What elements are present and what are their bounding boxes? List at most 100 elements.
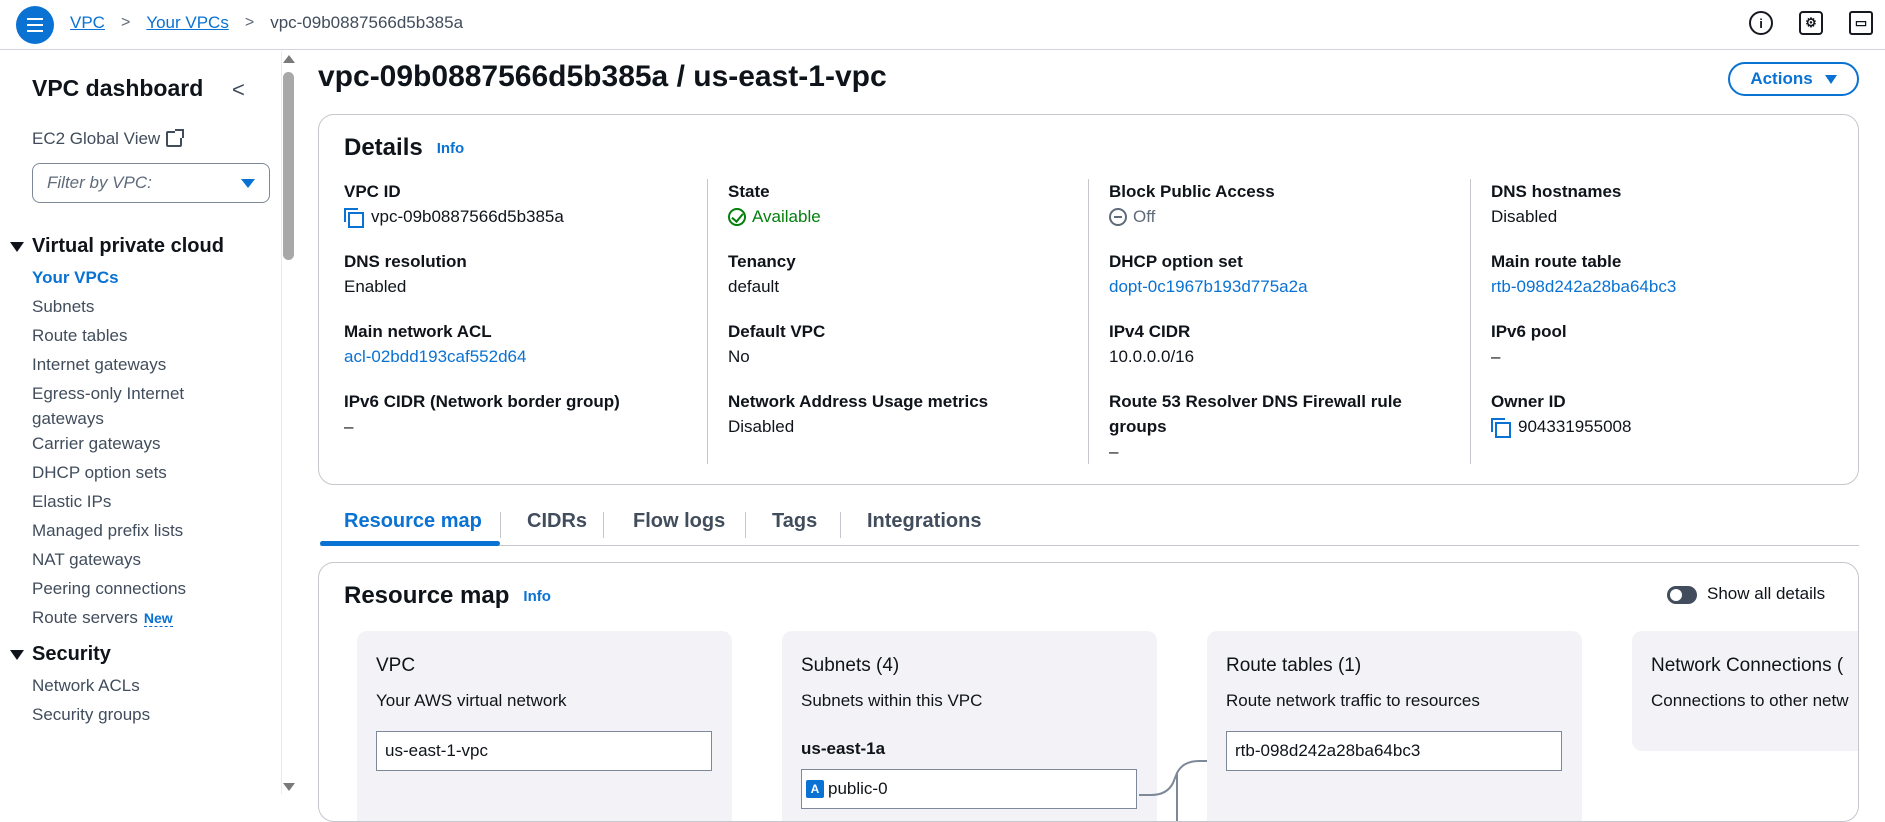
state-value: Available (752, 207, 821, 226)
field-value-row: Available (728, 204, 1088, 229)
field-dhcp-option-set: DHCP option set dopt-0c1967b193d775a2a (1109, 249, 1469, 299)
tab-resource-map[interactable]: Resource map (344, 510, 482, 533)
field-block-public-access: Block Public Access Off (1109, 179, 1469, 229)
menu-button[interactable] (16, 6, 54, 44)
caret-down-icon (1824, 74, 1837, 84)
section-security[interactable]: Security (10, 643, 111, 666)
column-subtitle: Connections to other netw (1651, 691, 1849, 710)
minus-circle-icon (1109, 207, 1127, 226)
expand-triangle-icon (10, 241, 24, 252)
sidebar-item-subnets[interactable]: Subnets (32, 294, 232, 319)
sidebar-item-ec2-global-view[interactable]: EC2 Global View (32, 129, 185, 149)
sidebar-item-managed-prefix-lists[interactable]: Managed prefix lists (32, 518, 232, 543)
sidebar-item-your-vpcs[interactable]: Your VPCs (32, 265, 232, 290)
section-virtual-private-cloud[interactable]: Virtual private cloud (10, 235, 224, 258)
sidebar-item-nat-gateways[interactable]: NAT gateways (32, 547, 232, 572)
field-label: Route 53 Resolver DNS Firewall rule grou… (1109, 392, 1402, 436)
sidebar-title: VPC dashboard (32, 75, 204, 101)
chevron-right-icon: > (120, 14, 131, 31)
breadcrumb-your-vpcs[interactable]: Your VPCs (146, 13, 229, 33)
external-link-icon (166, 129, 185, 147)
sidebar-item-egress-only-internet-gateways[interactable]: Egress-only Internet gateways (32, 381, 207, 431)
sidebar-item-route-tables[interactable]: Route tables (32, 323, 232, 348)
field-label: Owner ID (1491, 392, 1566, 411)
vpc-id-value: vpc-09b0887566d5b385a (371, 207, 564, 226)
sidebar-item-peering-connections[interactable]: Peering connections (32, 576, 232, 601)
dhcp-option-set-link[interactable]: dopt-0c1967b193d775a2a (1109, 274, 1469, 299)
settings-hex-icon[interactable]: ⚙ (1799, 11, 1823, 35)
tab-cidrs[interactable]: CIDRs (527, 510, 587, 533)
field-value: – (344, 417, 354, 436)
collapse-sidebar-icon[interactable]: < (232, 77, 245, 103)
rm-column-route-tables: Route tables (1) Route network traffic t… (1207, 631, 1582, 821)
actions-label: Actions (1750, 69, 1813, 88)
column-title: Route tables (1) (1226, 655, 1362, 676)
main-network-acl-link[interactable]: acl-02bdd193caf552d64 (344, 344, 704, 369)
monitor-icon[interactable]: ▭ (1849, 11, 1873, 35)
availability-zone-label: us-east-1a (801, 739, 886, 758)
field-label: IPv6 CIDR (Network border group) (344, 392, 620, 411)
field-label: Default VPC (728, 322, 826, 341)
field-label: DHCP option set (1109, 252, 1243, 271)
show-all-details-toggle[interactable] (1667, 586, 1697, 604)
breadcrumb-vpc[interactable]: VPC (70, 13, 105, 33)
sidebar-item-route-servers[interactable]: Route servers New (32, 605, 232, 631)
scroll-up-arrow-icon[interactable] (283, 55, 295, 63)
top-icons: i ⚙ ▭ (1749, 11, 1873, 35)
details-panel: Details Info VPC ID vpc-09b0887566d5b385a… (318, 114, 1859, 485)
field-label: Block Public Access (1109, 182, 1275, 201)
filter-by-vpc-select[interactable]: Filter by VPC: (32, 163, 270, 203)
field-label: Main network ACL (344, 322, 492, 341)
main-route-table-link[interactable]: rtb-098d242a28ba64bc3 (1491, 274, 1851, 299)
resource-map-heading: Resource map (344, 582, 510, 609)
field-value: Disabled (728, 417, 795, 436)
field-tenancy: Tenancy default (728, 249, 1088, 299)
info-icon[interactable]: i (1749, 11, 1773, 35)
field-label: State (728, 182, 770, 201)
field-owner-id: Owner ID 904331955008 (1491, 389, 1851, 439)
scrollbar-thumb[interactable] (283, 72, 294, 260)
field-label: Network Address Usage metrics (728, 392, 989, 411)
field-value: default (728, 277, 780, 296)
field-vpc-id: VPC ID vpc-09b0887566d5b385a (344, 179, 704, 229)
field-label: DNS hostnames (1491, 182, 1622, 201)
scroll-down-arrow-icon[interactable] (283, 783, 295, 791)
tab-tags[interactable]: Tags (772, 510, 817, 533)
sidebar-item-network-acls[interactable]: Network ACLs (32, 673, 232, 698)
route-table-node[interactable]: rtb-098d242a28ba64bc3 (1226, 731, 1562, 771)
field-dns-hostnames: DNS hostnames Disabled (1491, 179, 1851, 229)
resource-map-panel: Resource map Info Show all details VPC Yo… (318, 562, 1859, 822)
tab-flow-logs[interactable]: Flow logs (633, 510, 725, 533)
resource-map-info-link[interactable]: Info (523, 588, 551, 605)
tab-integrations[interactable]: Integrations (867, 510, 981, 533)
filter-placeholder: Filter by VPC: (47, 173, 152, 192)
sidebar-item-internet-gateways[interactable]: Internet gateways (32, 352, 232, 377)
sidebar: VPC dashboard < EC2 Global View Filter b… (0, 51, 282, 794)
breadcrumb-current: vpc-09b0887566d5b385a (270, 13, 464, 32)
field-value: – (1109, 442, 1119, 461)
sidebar-item-dhcp-option-sets[interactable]: DHCP option sets (32, 460, 232, 485)
sidebar-item-security-groups[interactable]: Security groups (32, 702, 232, 727)
field-state: State Available (728, 179, 1088, 229)
toggle-label: Show all details (1707, 584, 1826, 603)
chevron-right-icon: > (244, 14, 255, 31)
subnet-node[interactable]: A public-0 (801, 769, 1137, 809)
copy-icon[interactable] (344, 208, 364, 228)
vpc-node[interactable]: us-east-1-vpc (376, 731, 712, 771)
column-divider (1088, 179, 1089, 464)
section-title: Virtual private cloud (32, 235, 224, 257)
field-label: IPv6 pool (1491, 322, 1567, 341)
column-divider (707, 179, 708, 464)
sidebar-item-elastic-ips[interactable]: Elastic IPs (32, 489, 232, 514)
sidebar-item-carrier-gateways[interactable]: Carrier gateways (32, 431, 232, 456)
column-subtitle: Your AWS virtual network (376, 691, 567, 710)
copy-icon[interactable] (1491, 418, 1511, 438)
actions-button[interactable]: Actions (1728, 62, 1859, 96)
details-info-link[interactable]: Info (437, 140, 465, 157)
new-badge: New (143, 610, 173, 627)
rm-column-vpc: VPC Your AWS virtual network us-east-1-v… (357, 631, 732, 821)
owner-id-value: 904331955008 (1518, 417, 1632, 436)
details-title: Details Info (344, 134, 464, 162)
tab-separator (603, 512, 604, 538)
field-value-row: vpc-09b0887566d5b385a (344, 204, 704, 229)
